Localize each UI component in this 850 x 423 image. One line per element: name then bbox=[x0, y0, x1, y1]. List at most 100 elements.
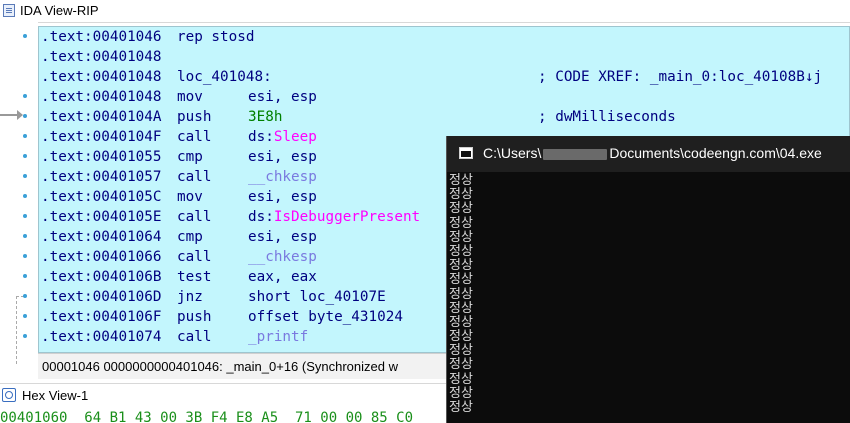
asm-imported-symbol[interactable]: Sleep bbox=[274, 129, 317, 145]
console-output-line: 정상 bbox=[449, 314, 473, 330]
asm-address[interactable]: .text:0040105C bbox=[41, 189, 162, 205]
asm-mnemonic: call bbox=[177, 329, 212, 345]
asm-function-symbol[interactable]: __chkesp bbox=[248, 169, 317, 185]
breakpoint-dot-icon[interactable] bbox=[23, 334, 27, 338]
asm-mnemonic: mov bbox=[177, 189, 203, 205]
breakpoint-dot-icon[interactable] bbox=[23, 134, 27, 138]
asm-address[interactable]: .text:0040106D bbox=[41, 289, 162, 305]
asm-address[interactable]: .text:0040104F bbox=[41, 129, 162, 145]
asm-operand[interactable]: esi, esp bbox=[248, 227, 317, 247]
asm-line[interactable]: .text:00401048 loc_401048: ; CODE XREF: _m… bbox=[41, 67, 822, 87]
breakpoint-dot-icon[interactable] bbox=[23, 34, 27, 38]
asm-operand[interactable]: esi, esp bbox=[248, 87, 317, 107]
breakpoint-dot-icon[interactable] bbox=[23, 214, 27, 218]
asm-line[interactable]: .text:00401066 call __chkesp bbox=[41, 247, 317, 267]
breakpoint-dot-icon[interactable] bbox=[23, 94, 27, 98]
asm-address[interactable]: .text:00401048 bbox=[41, 89, 162, 105]
console-output-line: 정상 bbox=[449, 215, 473, 231]
asm-mnemonic: rep stosd bbox=[177, 29, 255, 45]
console-output-line: 정상 bbox=[449, 187, 473, 203]
asm-address[interactable]: .text:00401048 bbox=[41, 69, 162, 85]
asm-mnemonic: cmp bbox=[177, 229, 203, 245]
asm-line[interactable]: .text:0040105C mov esi, esp bbox=[41, 187, 317, 207]
breakpoint-dot-icon[interactable] bbox=[23, 114, 27, 118]
breakpoint-dot-icon[interactable] bbox=[23, 254, 27, 258]
asm-address[interactable]: .text:00401064 bbox=[41, 229, 162, 245]
console-titlebar[interactable]: C:\Users\ Documents\codeengn.com\04.exe bbox=[447, 136, 850, 172]
asm-line[interactable]: .text:00401048 bbox=[41, 47, 162, 67]
asm-operand[interactable]: __chkesp bbox=[248, 247, 317, 267]
breakpoint-dot-icon[interactable] bbox=[23, 314, 27, 318]
asm-mnemonic: push bbox=[177, 109, 212, 125]
console-output-line: 정상 bbox=[449, 243, 473, 259]
asm-address[interactable]: .text:00401046 bbox=[41, 29, 162, 45]
asm-function-symbol[interactable]: _printf bbox=[248, 329, 308, 345]
asm-line[interactable]: .text:0040105E call ds:IsDebuggerPresent bbox=[41, 207, 420, 227]
console-output-line: 정상 bbox=[449, 329, 473, 345]
asm-line[interactable]: .text:00401074 call _printf bbox=[41, 327, 308, 347]
asm-line[interactable]: .text:0040106B test eax, eax bbox=[41, 267, 317, 287]
asm-address[interactable]: .text:0040106F bbox=[41, 309, 162, 325]
console-output-line: 정상 bbox=[449, 229, 473, 245]
asm-line[interactable]: .text:0040104A push 3E8h ; dwMilliseconds bbox=[41, 107, 676, 127]
breakpoint-dot-icon[interactable] bbox=[23, 194, 27, 198]
asm-line[interactable]: .text:0040106D jnz short loc_40107E bbox=[41, 287, 386, 307]
asm-imported-symbol[interactable]: IsDebuggerPresent bbox=[274, 209, 420, 225]
asm-operand[interactable]: esi, esp bbox=[248, 187, 317, 207]
asm-address[interactable]: .text:00401048 bbox=[41, 49, 162, 65]
asm-address[interactable]: .text:00401055 bbox=[41, 149, 162, 165]
console-output-line: 정상 bbox=[449, 300, 473, 316]
redacted-username bbox=[543, 148, 608, 160]
asm-line[interactable]: .text:00401046 rep stosd bbox=[41, 27, 254, 47]
asm-line[interactable]: .text:0040104F call ds:Sleep bbox=[41, 127, 317, 147]
asm-line[interactable]: .text:00401048 mov esi, esp bbox=[41, 87, 317, 107]
ida-view-titlebar[interactable]: IDA View-RIP bbox=[0, 0, 850, 23]
breakpoint-dot-icon[interactable] bbox=[23, 294, 27, 298]
asm-operand[interactable]: offset byte_431024 bbox=[248, 307, 403, 327]
asm-mnemonic: mov bbox=[177, 89, 203, 105]
console-output-line: 정상 bbox=[449, 201, 473, 217]
asm-operand[interactable]: _printf bbox=[248, 327, 308, 347]
asm-operand-text: esi, esp bbox=[248, 229, 317, 245]
asm-mnemonic: jnz bbox=[177, 289, 203, 305]
asm-line[interactable]: .text:0040106F push offset byte_431024 bbox=[41, 307, 403, 327]
asm-operand[interactable]: 3E8h bbox=[248, 107, 282, 127]
asm-operand[interactable]: ds:IsDebuggerPresent bbox=[248, 207, 420, 227]
console-window[interactable]: C:\Users\ Documents\codeengn.com\04.exe 정… bbox=[446, 136, 850, 423]
asm-operand[interactable]: esi, esp bbox=[248, 147, 317, 167]
asm-operand[interactable]: __chkesp bbox=[248, 167, 317, 187]
asm-mnemonic: call bbox=[177, 249, 212, 265]
console-output: 정상 정상 정상 정상 정상 정상 정상 정상 정상 정상 정상 정상 정상 정상 정상 정상 정상 bbox=[449, 173, 489, 415]
console-output-line: 정상 bbox=[449, 258, 473, 274]
asm-line[interactable]: .text:00401057 call __chkesp bbox=[41, 167, 317, 187]
console-output-line: 정상 bbox=[449, 343, 473, 359]
asm-address[interactable]: .text:0040104A bbox=[41, 109, 162, 125]
asm-mnemonic: push bbox=[177, 309, 212, 325]
console-output-line: 정상 bbox=[449, 286, 473, 302]
asm-operand[interactable]: short loc_40107E bbox=[248, 287, 386, 307]
breakpoint-dot-icon[interactable] bbox=[23, 154, 27, 158]
asm-address[interactable]: .text:00401057 bbox=[41, 169, 162, 185]
breakpoint-dot-icon[interactable] bbox=[23, 234, 27, 238]
asm-operand[interactable]: ds:Sleep bbox=[248, 127, 317, 147]
asm-line[interactable]: .text:00401055 cmp esi, esp bbox=[41, 147, 317, 167]
console-output-line: 정상 bbox=[449, 357, 473, 373]
asm-line[interactable]: .text:00401064 cmp esi, esp bbox=[41, 227, 317, 247]
asm-address[interactable]: .text:0040106B bbox=[41, 269, 162, 285]
console-title-suffix: Documents\codeengn.com\04.exe bbox=[609, 145, 822, 161]
asm-operand[interactable]: eax, eax bbox=[248, 267, 317, 287]
breakpoint-dot-icon[interactable] bbox=[23, 174, 27, 178]
asm-comment: ; dwMilliseconds bbox=[538, 109, 676, 125]
asm-address[interactable]: .text:00401074 bbox=[41, 329, 162, 345]
console-title-prefix: C:\Users\ bbox=[483, 145, 542, 161]
hex-view-icon bbox=[2, 388, 16, 402]
disassembly-gutter bbox=[0, 22, 38, 364]
asm-address[interactable]: .text:00401066 bbox=[41, 249, 162, 265]
asm-label: loc_401048: bbox=[177, 69, 272, 85]
asm-mnemonic: call bbox=[177, 169, 212, 185]
asm-address[interactable]: .text:0040105E bbox=[41, 209, 162, 225]
asm-operand-text: short loc_40107E bbox=[248, 289, 386, 305]
breakpoint-dot-icon[interactable] bbox=[23, 274, 27, 278]
asm-segment-prefix: ds: bbox=[248, 209, 274, 225]
asm-function-symbol[interactable]: __chkesp bbox=[248, 249, 317, 265]
